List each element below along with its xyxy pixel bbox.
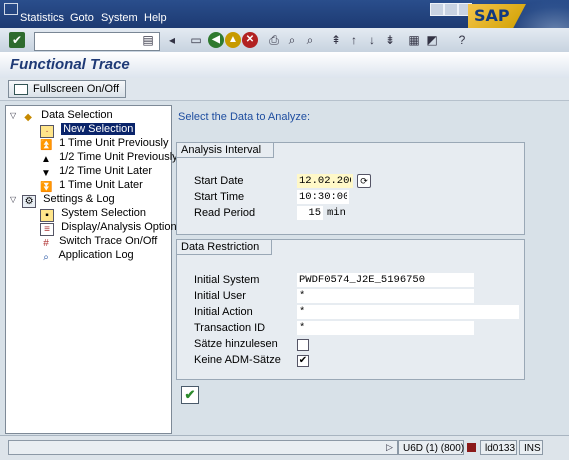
transaction-id-field[interactable] [297,321,474,335]
start-time-label: Start Time [194,191,245,203]
date-picker-icon[interactable]: ⟳ [357,174,371,188]
find-next-icon[interactable]: ⌕ [302,32,318,48]
execute-button[interactable]: ✔ [181,386,199,404]
tree-label: 1 Time Unit Later [59,179,143,191]
tree-label: 1/2 Time Unit Later [59,165,152,177]
tree-label: Settings & Log [43,193,115,205]
tree-item-application-log[interactable]: ⌕ Application Log [40,248,134,263]
window-menu-icon[interactable] [4,3,18,15]
menu-system[interactable]: System [101,12,138,24]
start-time-field[interactable] [297,190,349,204]
read-period-unit: min [327,207,346,219]
save-icon[interactable]: ▭ [188,32,204,48]
command-history-icon[interactable]: ▤ [140,32,156,48]
tree-item-new-selection[interactable]: · New Selection [40,122,136,138]
menu-goto[interactable]: Goto [70,12,94,24]
create-session-icon[interactable]: ▦ [406,32,422,48]
expand-icon[interactable]: ▽ [10,109,19,123]
saetze-hinzulesen-checkbox[interactable] [297,339,309,351]
tree-node-settings-log[interactable]: ▽ ⚙ Settings & Log [10,192,115,208]
cancel-icon[interactable]: ✕ [242,32,258,48]
tree-label: Application Log [58,249,134,261]
application-toolbar: Fullscreen On/Off [0,78,569,101]
system-info: U6D (1) (800) [398,440,464,455]
tree-label: New Selection [61,123,136,135]
back-icon[interactable]: ◀ [208,32,224,48]
tree-label: 1/2 Time Unit Previously [59,151,178,163]
insert-mode: INS [519,440,543,455]
title-bar: Functional Trace [0,52,569,79]
status-bar: ▷ U6D (1) (800) ld0133 INS [0,435,569,460]
menu-statistics[interactable]: Statistics [20,12,64,24]
exit-icon[interactable]: ▲ [225,32,241,48]
settings-folder-icon: ⚙ [22,195,37,208]
collapse-icon[interactable]: ◂ [164,32,180,48]
start-date-field[interactable] [297,174,353,188]
tree-label: Data Selection [41,109,113,121]
fullscreen-button[interactable]: Fullscreen On/Off [8,80,126,98]
find-icon[interactable]: ⌕ [284,32,300,48]
navigation-tree: ▽ ◆ Data Selection · New Selection ⏫ 1 T… [5,105,182,434]
expand-icon[interactable]: ▽ [10,193,19,207]
tree-item-display-analysis-options[interactable]: ≡ Display/Analysis Options [40,220,183,236]
page-title: Functional Trace [10,56,130,73]
print-icon[interactable]: ⎙ [266,32,282,48]
tree-item-half-time-unit-later[interactable]: ▼ 1/2 Time Unit Later [40,164,152,179]
initial-user-label: Initial User [194,290,246,302]
fullscreen-label: Fullscreen On/Off [33,83,119,95]
monitor-icon [14,84,28,95]
initial-system-field[interactable] [297,273,474,287]
tree-label: 1 Time Unit Previously [59,137,169,149]
tree-item-one-time-unit-previously[interactable]: ⏫ 1 Time Unit Previously [40,136,169,151]
data-restriction-group: Data Restriction Initial System Initial … [176,239,525,380]
initial-action-label: Initial Action [194,306,253,318]
keine-adm-saetze-checkbox[interactable]: ✔ [297,355,309,367]
read-period-label: Read Period [194,207,256,219]
tree-item-half-time-unit-previously[interactable]: ▲ 1/2 Time Unit Previously [40,150,178,165]
tree-label: Switch Trace On/Off [59,235,158,247]
last-page-icon[interactable]: ⇟ [382,32,398,48]
keine-adm-saetze-label: Keine ADM-Sätze [194,354,281,366]
analysis-interval-group: Analysis Interval Start Date ⟳ Start Tim… [176,142,525,235]
next-page-icon[interactable]: ↓ [364,32,380,48]
tree-item-system-selection[interactable]: ▪ System Selection [40,206,147,222]
select-data-prompt: Select the Data to Analyze: [178,111,311,123]
help-icon[interactable]: ? [454,32,470,48]
server-icon [467,443,476,452]
saetze-hinzulesen-label: Sätze hinzulesen [194,338,278,350]
transaction-id-label: Transaction ID [194,322,266,334]
tree-label: Display/Analysis Options [61,221,183,233]
read-period-field[interactable] [297,206,323,220]
initial-system-label: Initial System [194,274,260,286]
data-restriction-title: Data Restriction [177,240,273,255]
initial-action-field[interactable] [297,305,519,319]
status-message-area [8,440,398,455]
magnifier-icon: ⌕ [43,252,49,263]
enter-icon[interactable]: ✔ [9,32,25,48]
initial-user-field[interactable] [297,289,474,303]
tree-node-data-selection[interactable]: ▽ ◆ Data Selection [10,108,113,123]
prev-page-icon[interactable]: ↑ [346,32,362,48]
shortcut-icon[interactable]: ◩ [424,32,440,48]
analysis-interval-title: Analysis Interval [177,143,275,158]
diamond-icon: ◆ [24,112,32,123]
standard-toolbar: ✔ ▤ ◂ ▭ ◀ ▲ ✕ ⎙ ⌕ ⌕ ⇞ ↑ ↓ ⇟ ▦ ◩ ? [0,28,569,53]
start-date-label: Start Date [194,175,244,187]
menu-bar: Statistics Goto System Help SAP [0,0,569,52]
tree-item-switch-trace[interactable]: # Switch Trace On/Off [40,234,158,249]
maximize-icon[interactable] [444,3,458,16]
tree-label: System Selection [61,207,147,219]
tree-item-one-time-unit-later[interactable]: ⏬ 1 Time Unit Later [40,178,143,193]
first-page-icon[interactable]: ⇞ [328,32,344,48]
minimize-icon[interactable] [430,3,444,16]
menu-help[interactable]: Help [144,12,167,24]
status-expand-icon[interactable]: ▷ [386,442,393,453]
server-name: ld0133 [480,440,517,455]
